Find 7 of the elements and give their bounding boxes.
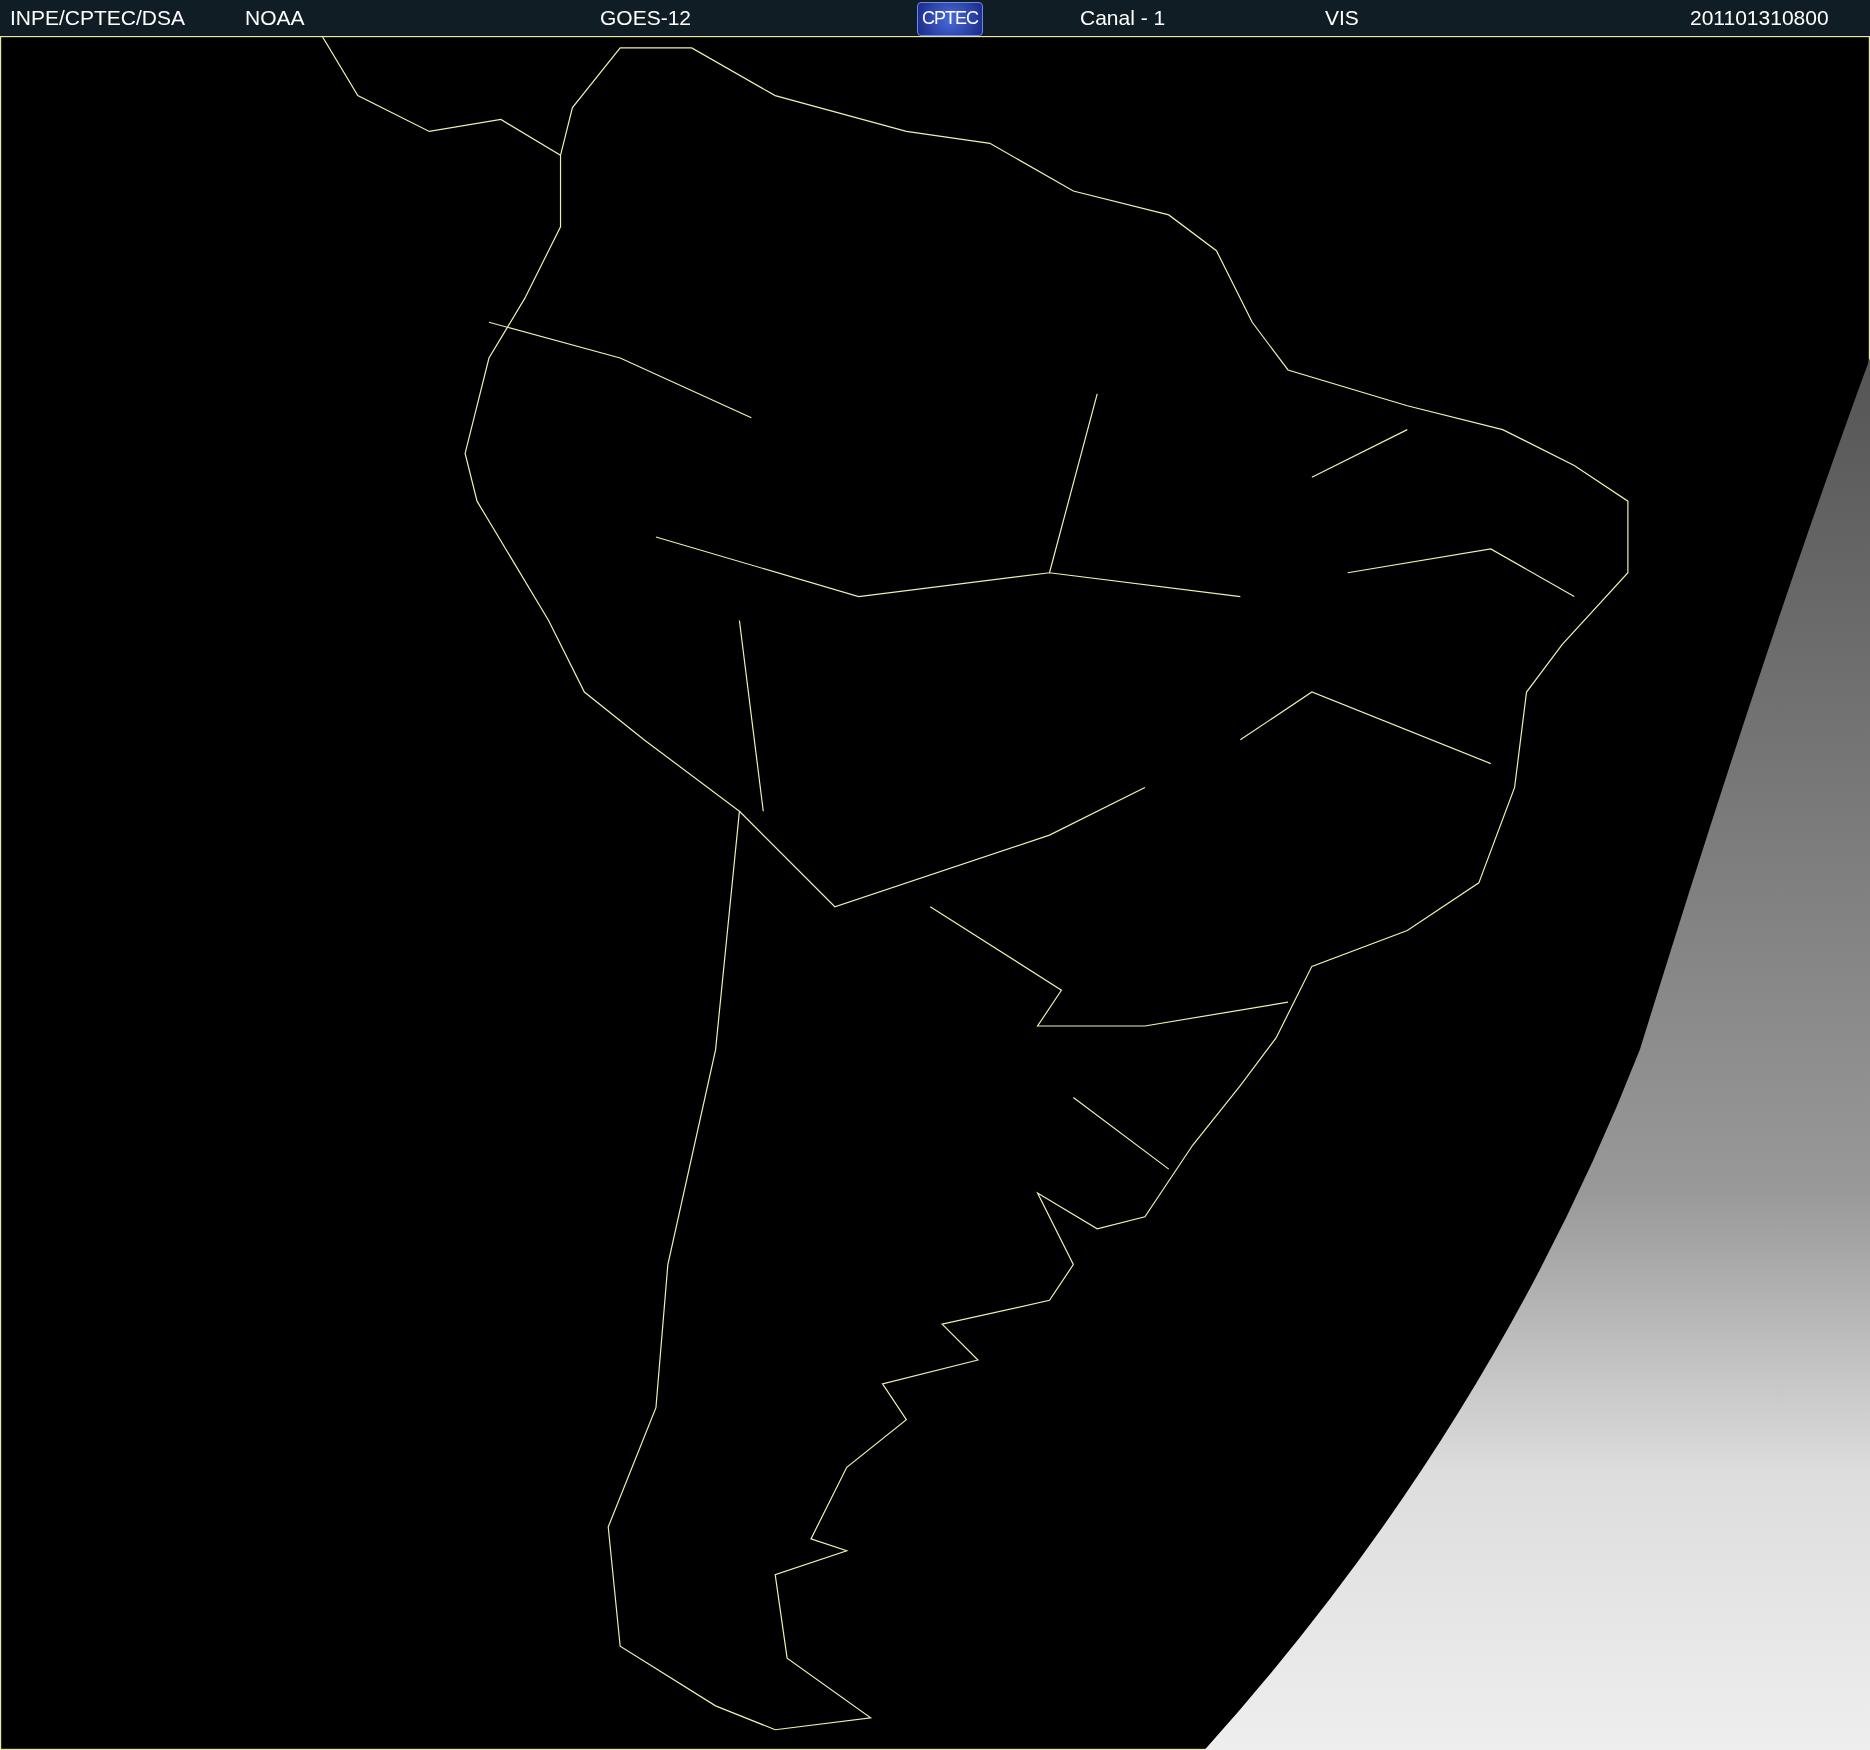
channel-label: Canal - 1 xyxy=(1080,6,1167,30)
band-label: VIS xyxy=(1325,6,1360,30)
agency-label: INPE/CPTEC/DSA xyxy=(10,6,187,30)
timestamp-label: 201101310800 xyxy=(1690,6,1830,30)
source-label: NOAA xyxy=(245,6,306,30)
satellite-label: GOES-12 xyxy=(600,6,693,30)
logo-badge: CPTEC xyxy=(917,1,983,36)
